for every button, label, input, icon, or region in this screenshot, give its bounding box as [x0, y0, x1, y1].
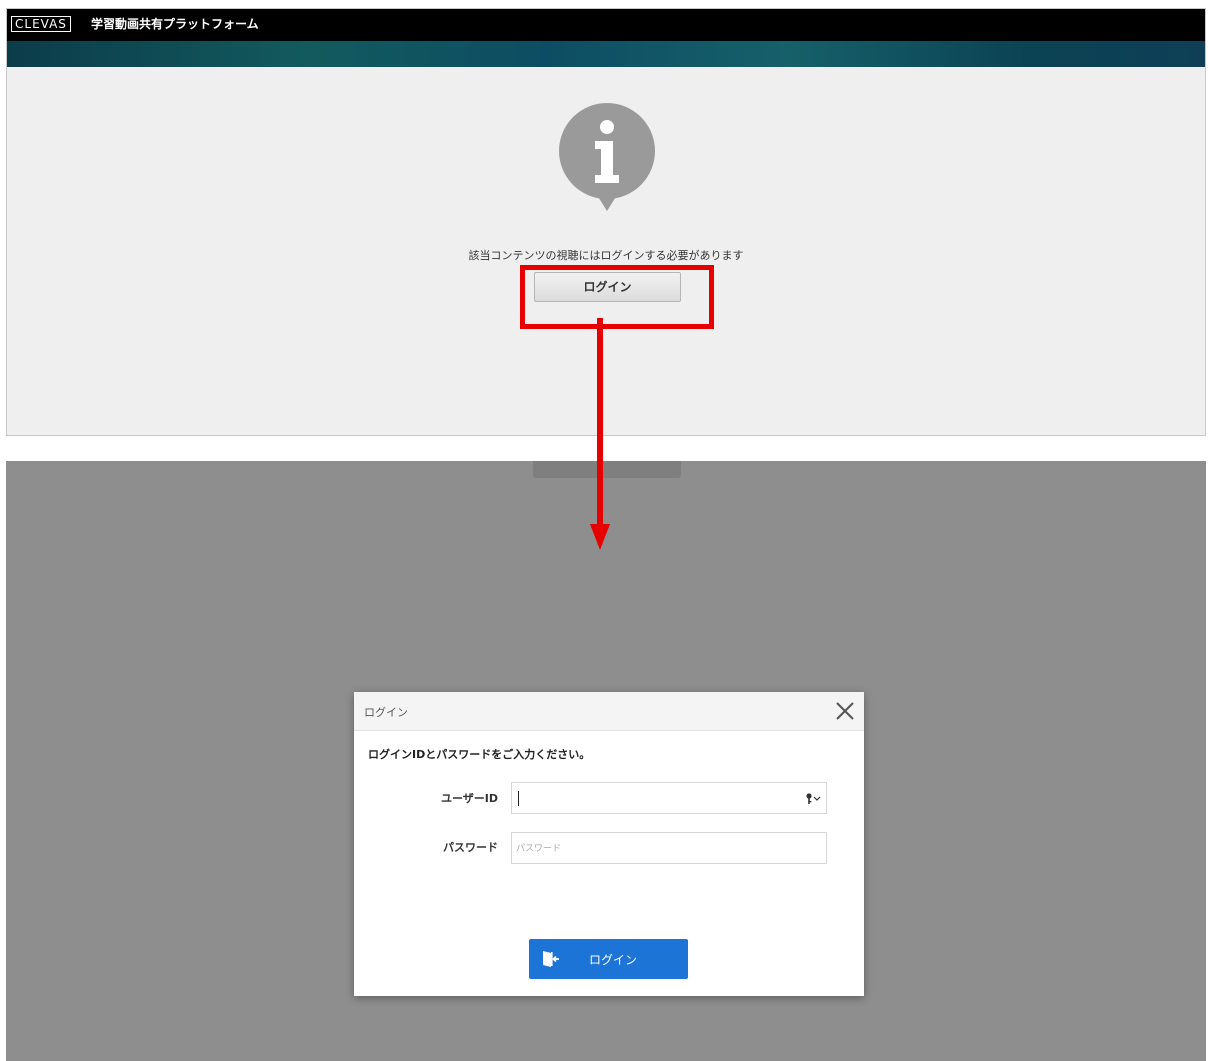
login-required-message: 該当コンテンツの視聴にはログインする必要があります	[468, 249, 744, 262]
brand-bar: CLEVAS 学習動画共有プラットフォーム	[7, 9, 1205, 41]
highlight-box	[520, 265, 714, 329]
login-dialog: ログイン ログインIDとパスワードをご入力ください。 ユーザーID パスワード …	[354, 692, 864, 996]
userid-input[interactable]	[511, 782, 827, 814]
dialog-title: ログイン	[364, 706, 408, 719]
close-icon[interactable]	[834, 700, 856, 722]
key-icon[interactable]	[804, 792, 822, 806]
clevas-logo: CLEVAS	[11, 16, 71, 32]
header-banner	[7, 41, 1205, 67]
platform-title: 学習動画共有プラットフォーム	[91, 17, 259, 31]
login-submit-label: ログイン	[589, 953, 638, 967]
dialog-header: ログイン	[354, 692, 864, 731]
password-placeholder: パスワード	[516, 844, 562, 854]
userid-label: ユーザーID	[440, 792, 498, 805]
info-icon	[559, 103, 655, 211]
door-icon	[543, 951, 559, 967]
login-submit-button[interactable]: ログイン	[529, 939, 688, 979]
password-input[interactable]: パスワード	[511, 832, 827, 864]
dialog-instruction: ログインIDとパスワードをご入力ください。	[368, 748, 591, 761]
password-label: パスワード	[443, 841, 498, 854]
text-caret	[518, 791, 519, 806]
down-arrow-icon	[590, 318, 610, 550]
